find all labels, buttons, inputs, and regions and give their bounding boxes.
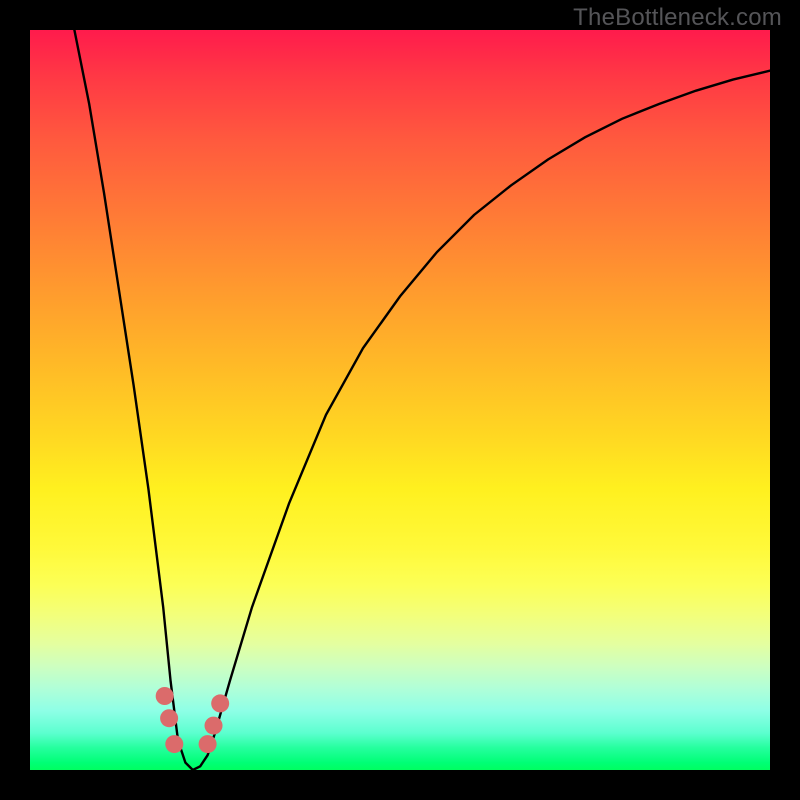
- curve-marker: [205, 717, 223, 735]
- watermark-text: TheBottleneck.com: [573, 4, 782, 32]
- bottleneck-curve: [74, 30, 770, 770]
- marker-group: [156, 687, 230, 753]
- curve-marker: [199, 735, 217, 753]
- curve-layer: [30, 30, 770, 770]
- curve-marker: [165, 735, 183, 753]
- curve-marker: [160, 709, 178, 727]
- plot-area: [30, 30, 770, 770]
- chart-container: TheBottleneck.com: [0, 0, 800, 800]
- curve-marker: [156, 687, 174, 705]
- curve-marker: [211, 694, 229, 712]
